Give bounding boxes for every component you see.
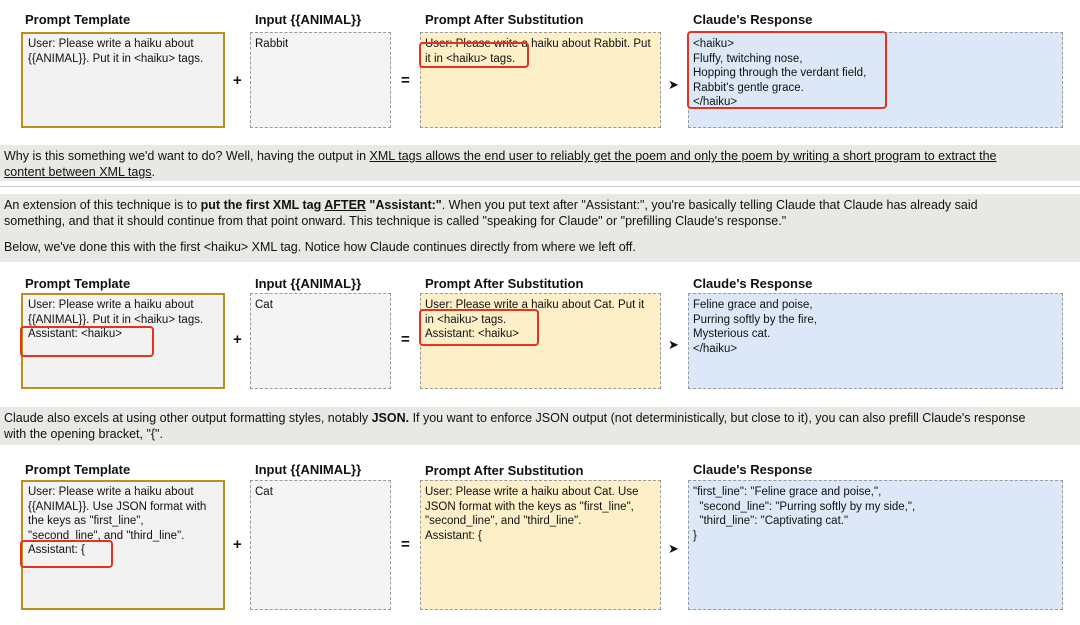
header-prompt-after-substitution: Prompt After Substitution: [425, 12, 584, 27]
prefill-explanation-paragraph: An extension of this technique is to put…: [0, 194, 1080, 262]
arrow-right-icon: ➤: [668, 77, 679, 92]
equals-operator: =: [401, 331, 410, 348]
header-prompt-after-substitution: Prompt After Substitution: [425, 276, 584, 291]
equals-operator: =: [401, 536, 410, 553]
highlight-box: [419, 309, 539, 346]
input-animal-box: Rabbit: [250, 32, 391, 128]
equals-operator: =: [401, 72, 410, 89]
header-claudes-response: Claude's Response: [693, 12, 813, 27]
highlight-box: [419, 42, 529, 68]
header-prompt-after-substitution: Prompt After Substitution: [425, 463, 584, 478]
header-prompt-template: Prompt Template: [25, 276, 131, 291]
header-input-animal: Input {{ANIMAL}}: [255, 276, 362, 291]
explanation-paragraph: Why is this something we'd want to do? W…: [0, 145, 1080, 181]
highlight-box: [20, 540, 113, 568]
plus-operator: +: [233, 331, 242, 348]
header-claudes-response: Claude's Response: [693, 276, 813, 291]
header-claudes-response: Claude's Response: [693, 462, 813, 477]
json-explanation-paragraph: Claude also excels at using other output…: [0, 407, 1080, 445]
header-prompt-template: Prompt Template: [25, 462, 131, 477]
claude-response-box: "first_line": "Feline grace and poise,",…: [688, 480, 1063, 610]
highlight-box: [20, 326, 154, 357]
arrow-right-icon: ➤: [668, 541, 679, 556]
highlight-box: [687, 31, 887, 109]
header-input-animal: Input {{ANIMAL}}: [255, 12, 362, 27]
prompt-template-box: User: Please write a haiku about {{ANIMA…: [21, 32, 225, 128]
plus-operator: +: [233, 536, 242, 553]
input-animal-box: Cat: [250, 293, 391, 389]
input-animal-box: Cat: [250, 480, 391, 610]
header-prompt-template: Prompt Template: [25, 12, 131, 27]
header-input-animal: Input {{ANIMAL}}: [255, 462, 362, 477]
claude-response-box: Feline grace and poise, Purring softly b…: [688, 293, 1063, 389]
plus-operator: +: [233, 72, 242, 89]
arrow-right-icon: ➤: [668, 337, 679, 352]
prompt-after-substitution-box: User: Please write a haiku about Cat. Us…: [420, 480, 661, 610]
